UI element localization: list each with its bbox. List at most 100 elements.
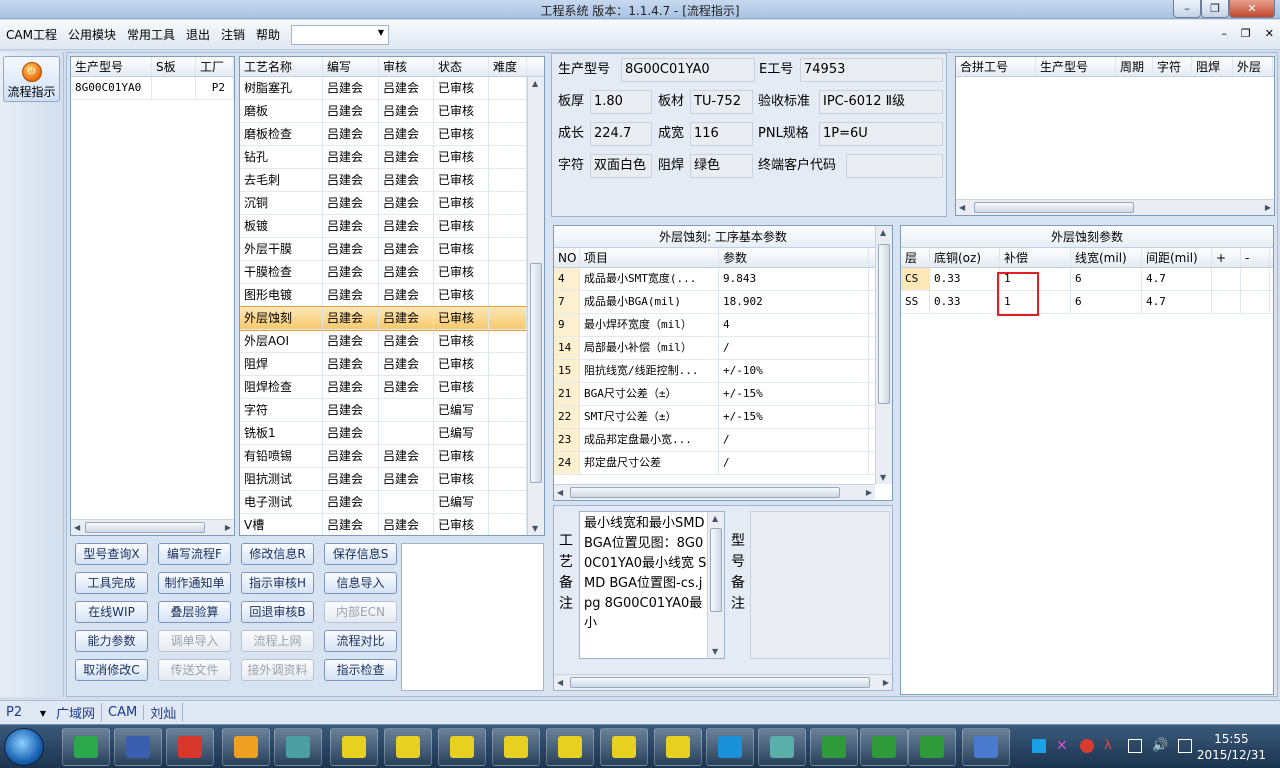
vertical-scrollbar[interactable]: ▲ ▼	[707, 512, 724, 658]
vertical-scrollbar[interactable]: ▲ ▼	[527, 77, 544, 535]
table-row[interactable]: 7 成品最小BGA(mil) 18.902	[554, 291, 875, 314]
tray-close-icon[interactable]: ✕	[1056, 739, 1070, 753]
scroll-thumb[interactable]	[974, 202, 1134, 213]
column-header[interactable]: 阻焊	[1192, 57, 1233, 76]
column-header[interactable]: 项目	[580, 248, 719, 267]
action-button[interactable]: 工具完成	[75, 572, 148, 594]
menu-common-modules[interactable]: 公用模块	[63, 26, 121, 43]
scroll-thumb[interactable]	[570, 487, 840, 498]
table-row[interactable]: 板镀 吕建会 吕建会 已审核	[240, 215, 544, 238]
vertical-scrollbar[interactable]: ▲ ▼	[875, 226, 892, 484]
process-note-box[interactable]: 最小线宽和最小SMD BGA位置见图：8G00C01YA0最小线宽 SMD BG…	[579, 511, 725, 659]
column-header[interactable]: 状态	[434, 57, 489, 76]
tray-device-icon[interactable]	[1128, 739, 1142, 753]
scroll-down-icon[interactable]: ▼	[532, 524, 538, 533]
table-row[interactable]: 外层蚀刻 吕建会 吕建会 已审核	[240, 306, 544, 331]
model-note-box[interactable]	[750, 511, 890, 659]
action-button[interactable]: 回退审核B	[241, 601, 314, 623]
scroll-right-icon[interactable]: ▶	[866, 488, 872, 497]
column-header[interactable]: 间距(mil)	[1142, 248, 1212, 267]
scroll-right-icon[interactable]: ▶	[1265, 203, 1271, 212]
table-row[interactable]: 电子测试 吕建会 已编写	[240, 491, 544, 514]
scroll-thumb[interactable]	[570, 677, 870, 688]
memo-box[interactable]	[401, 543, 544, 691]
column-header[interactable]: S板	[152, 57, 196, 76]
table-row[interactable]: 9 最小焊环宽度（mil） 4	[554, 314, 875, 337]
scroll-down-icon[interactable]: ▼	[880, 473, 886, 482]
restore-button[interactable]: ❐	[1201, 0, 1229, 18]
table-row[interactable]: 15 阻抗线宽/线距控制... +/-10%	[554, 360, 875, 383]
scroll-up-icon[interactable]: ▲	[712, 514, 718, 523]
taskbar-app[interactable]	[600, 728, 648, 766]
taskbar-app[interactable]	[962, 728, 1010, 766]
scroll-right-icon[interactable]: ▶	[883, 678, 889, 687]
column-header[interactable]: -	[1241, 248, 1270, 267]
horizontal-scrollbar[interactable]: ◀ ▶	[956, 199, 1274, 215]
start-button[interactable]	[4, 728, 44, 766]
tray-pdf-icon[interactable]: λ	[1104, 739, 1118, 753]
action-button[interactable]: 取消修改C	[75, 659, 148, 681]
scroll-down-icon[interactable]: ▼	[712, 647, 718, 656]
taskbar-app[interactable]	[62, 728, 110, 766]
table-row[interactable]: 字符 吕建会 已编写	[240, 399, 544, 422]
scroll-thumb[interactable]	[710, 528, 722, 612]
scroll-thumb[interactable]	[530, 263, 542, 483]
action-button[interactable]: 指示审核H	[241, 572, 314, 594]
column-header[interactable]: 参数	[719, 248, 869, 267]
column-header[interactable]: 合拼工号	[956, 57, 1036, 76]
table-row[interactable]: 干膜检查 吕建会 吕建会 已审核	[240, 261, 544, 284]
column-header[interactable]: 补偿	[1000, 248, 1071, 267]
table-row[interactable]: 23 成品邦定盘最小宽... /	[554, 429, 875, 452]
table-row[interactable]: 外层干膜 吕建会 吕建会 已审核	[240, 238, 544, 261]
action-button[interactable]: 修改信息R	[241, 543, 314, 565]
column-header[interactable]: 周期	[1116, 57, 1153, 76]
table-row[interactable]: 阻焊检查 吕建会 吕建会 已审核	[240, 376, 544, 399]
table-row[interactable]: 图形电镀 吕建会 吕建会 已审核	[240, 284, 544, 307]
table-row[interactable]: 8G00C01YA0 P2	[71, 77, 234, 100]
scroll-thumb[interactable]	[878, 244, 890, 404]
menu-exit[interactable]: 退出	[181, 26, 215, 43]
mdi-minimize-icon[interactable]: –	[1221, 27, 1227, 40]
table-row[interactable]: 14 局部最小补偿（mil） /	[554, 337, 875, 360]
clock[interactable]: 15:55 2015/12/31	[1197, 731, 1266, 763]
action-button[interactable]: 叠层验算	[158, 601, 231, 623]
menu-logout[interactable]: 注销	[216, 26, 250, 43]
scroll-thumb[interactable]	[85, 522, 205, 533]
mdi-close-icon[interactable]: ✕	[1265, 27, 1274, 40]
tray-app-icon[interactable]	[1032, 739, 1046, 753]
flow-indicator-button[interactable]: ⏻ 流程指示	[3, 56, 60, 102]
taskbar-app[interactable]	[114, 728, 162, 766]
menu-tools[interactable]: 常用工具	[122, 26, 180, 43]
table-row[interactable]: 沉铜 吕建会 吕建会 已审核	[240, 192, 544, 215]
menu-cam[interactable]: CAM工程	[1, 26, 62, 43]
horizontal-scrollbar[interactable]: ◀ ▶	[554, 484, 875, 500]
action-button[interactable]: 保存信息S	[324, 543, 397, 565]
column-header[interactable]: 生产型号	[71, 57, 152, 76]
scroll-up-icon[interactable]: ▲	[532, 79, 538, 88]
close-button[interactable]: ✕	[1229, 0, 1275, 18]
table-row[interactable]: 有铅喷锡 吕建会 吕建会 已审核	[240, 445, 544, 468]
column-header[interactable]: 编写	[323, 57, 379, 76]
network-icon[interactable]	[1178, 739, 1193, 753]
action-button[interactable]: 制作通知单	[158, 572, 231, 594]
volume-icon[interactable]: 🔊	[1152, 739, 1168, 753]
taskbar-app[interactable]	[222, 728, 270, 766]
horizontal-scrollbar[interactable]: ◀ ▶	[71, 519, 234, 535]
taskbar-app[interactable]	[706, 728, 754, 766]
table-row[interactable]: 21 BGA尺寸公差（±） +/-15%	[554, 383, 875, 406]
table-row[interactable]: 22 SMT尺寸公差（±） +/-15%	[554, 406, 875, 429]
minimize-button[interactable]: –	[1173, 0, 1201, 18]
column-header[interactable]: 生产型号	[1036, 57, 1116, 76]
table-row[interactable]: 磨板 吕建会 吕建会 已审核	[240, 100, 544, 123]
column-header[interactable]: 底铜(oz)	[930, 248, 1000, 267]
action-button[interactable]: 流程上网	[241, 630, 314, 652]
action-button[interactable]: 在线WIP	[75, 601, 148, 623]
action-button[interactable]: 内部ECN	[324, 601, 397, 623]
table-row[interactable]: CS 0.33 1 6 4.7	[901, 268, 1273, 291]
action-button[interactable]: 流程对比	[324, 630, 397, 652]
table-row[interactable]: 钻孔 吕建会 吕建会 已审核	[240, 146, 544, 169]
table-row[interactable]: 4 成品最小SMT宽度(... 9.843	[554, 268, 875, 291]
column-header[interactable]: 线宽(mil)	[1071, 248, 1142, 267]
table-row[interactable]: V槽 吕建会 吕建会 已审核	[240, 514, 544, 535]
mdi-restore-icon[interactable]: ❐	[1241, 27, 1251, 40]
